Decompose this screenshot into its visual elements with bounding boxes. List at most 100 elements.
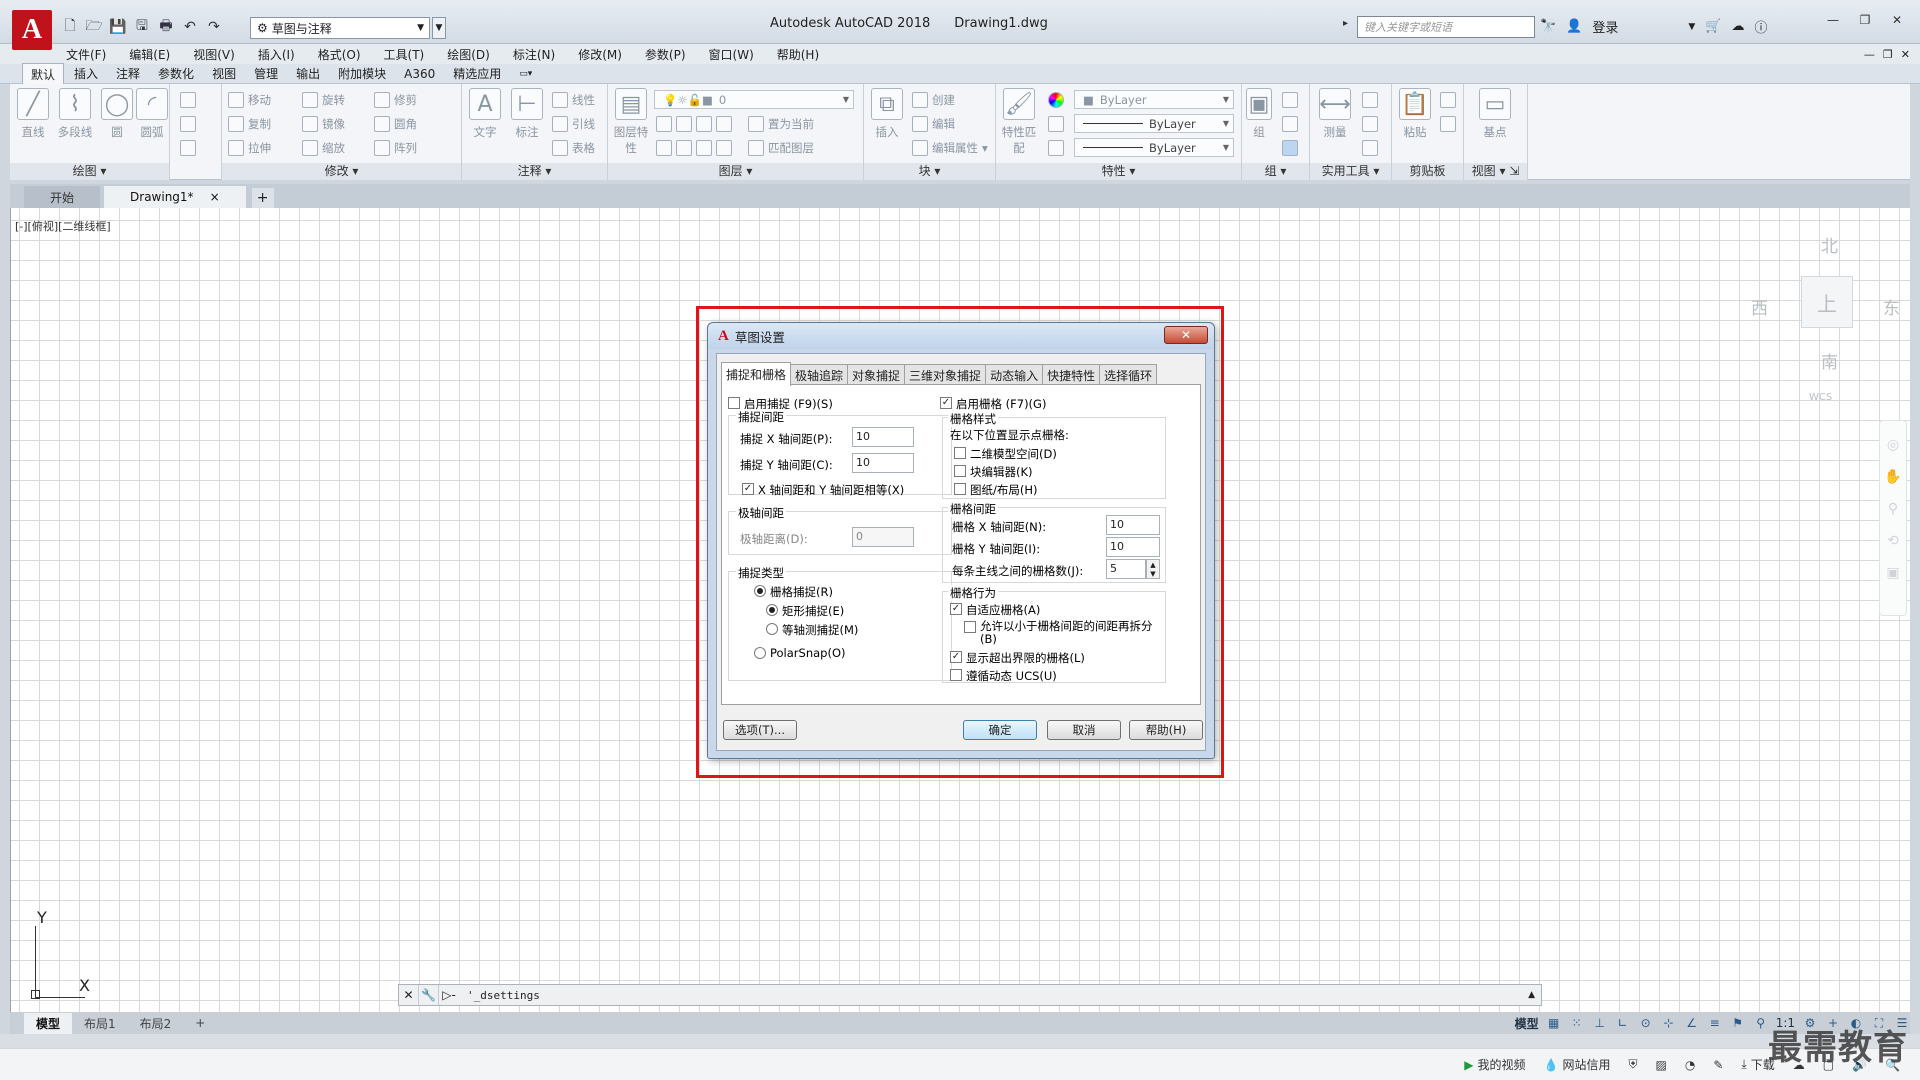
polar-distance-input[interactable]: 0 <box>852 527 914 547</box>
shield-icon[interactable]: ⛨ <box>1629 1057 1638 1072</box>
file-tab-start[interactable]: 开始 <box>24 186 101 208</box>
orbit-icon[interactable]: ⟲ <box>1880 533 1906 549</box>
showmotion-icon[interactable]: ▣ <box>1880 565 1906 581</box>
a360-icon[interactable]: ☁ <box>1732 19 1745 34</box>
annotation-visibility-icon[interactable]: ⚑ <box>1730 1015 1746 1031</box>
grid-x-input[interactable]: 10 <box>1106 515 1160 535</box>
menu-parametric[interactable]: 参数(P) <box>645 46 686 63</box>
layout-tab-model[interactable]: 模型 <box>24 1012 73 1034</box>
cart-icon[interactable]: 🛒 <box>1705 19 1721 34</box>
panel-title[interactable]: 修改 ▾ <box>222 163 461 180</box>
command-history-toggle[interactable]: ▲ <box>1528 990 1535 1000</box>
tab-home[interactable]: 默认 <box>22 62 65 85</box>
zoom-icon[interactable]: ⚲ <box>1880 501 1906 517</box>
my-video-link[interactable]: ▶ 我的视频 <box>1464 1056 1525 1073</box>
group-select-icon[interactable] <box>1282 140 1298 156</box>
menu-insert[interactable]: 插入(I) <box>258 46 295 63</box>
close-icon[interactable]: ✕ <box>1164 326 1208 344</box>
redo-icon[interactable]: ↷ <box>204 17 224 37</box>
command-text[interactable]: '_dsettings <box>459 989 540 1002</box>
paste-tool[interactable]: 📋 粘贴 <box>1394 88 1436 140</box>
edit-block-tool[interactable]: 编辑 <box>912 116 955 132</box>
menu-dimension[interactable]: 标注(N) <box>513 46 555 63</box>
model-2d-checkbox[interactable] <box>954 447 966 459</box>
mirror-tool[interactable]: 镜像 <box>302 116 345 132</box>
dimension-tool[interactable]: ⊢ 标注 <box>506 88 548 140</box>
stretch-tool[interactable]: 拉伸 <box>228 140 271 156</box>
menu-file[interactable]: 文件(F) <box>66 46 106 63</box>
tools-icon[interactable]: ✎ <box>1713 1058 1723 1072</box>
adaptive-grid-checkbox[interactable]: ✓ <box>950 603 962 615</box>
tab-view[interactable]: 视图 <box>204 63 244 84</box>
snap-x-input[interactable]: 10 <box>852 427 914 447</box>
cancel-button[interactable]: 取消 <box>1047 720 1121 740</box>
panel-title[interactable]: 组 ▾ <box>1242 163 1309 180</box>
table-tool[interactable]: 表格 <box>552 140 595 156</box>
add-layout-button[interactable]: + <box>183 1014 217 1032</box>
dialog-title-bar[interactable]: A 草图设置 ✕ <box>708 323 1214 349</box>
rectangle-icon[interactable] <box>180 92 196 108</box>
speed-icon[interactable]: ◔ <box>1685 1058 1695 1072</box>
tab-3d-object-snap[interactable]: 三维对象捕捉 <box>904 364 987 386</box>
subdivide-checkbox[interactable] <box>964 621 976 633</box>
color-wheel-icon[interactable] <box>1048 92 1064 108</box>
scale-tool[interactable]: 缩放 <box>302 140 345 156</box>
polyline-tool[interactable]: ⌇ 多段线 <box>54 88 96 140</box>
viewport-controls[interactable]: [-][俯视][二维线框] <box>15 218 111 234</box>
user-icon[interactable]: 👤 <box>1566 19 1582 34</box>
rectangular-snap-radio[interactable] <box>766 604 778 616</box>
sheet-layout-checkbox[interactable] <box>954 483 966 495</box>
help-icon[interactable]: ⓘ <box>1755 17 1768 36</box>
viewcube[interactable]: 北 西 上 东 南 WCS <box>1751 218 1911 418</box>
color-dropdown[interactable]: ■ ByLayer ▼ <box>1074 90 1234 109</box>
panel-title[interactable]: 图层 ▾ <box>608 163 863 180</box>
viewcube-south[interactable]: 南 <box>1821 348 1838 373</box>
leader-tool[interactable]: 引线 <box>552 116 595 132</box>
workspace-select[interactable]: ⚙ 草图与注释 ▼ <box>250 17 430 39</box>
lineweight-icon[interactable] <box>1048 140 1064 156</box>
tab-manage[interactable]: 管理 <box>246 63 286 84</box>
plot-icon[interactable]: 🖶 <box>156 17 176 37</box>
edit-attributes-tool[interactable]: 编辑属性 ▾ <box>912 140 988 156</box>
tab-output[interactable]: 输出 <box>288 63 328 84</box>
measure-tool[interactable]: ⟷ 测量 <box>1314 88 1356 140</box>
layout-tab-layout1[interactable]: 布局1 <box>72 1013 128 1034</box>
grid-snap-radio[interactable] <box>754 585 766 597</box>
insert-block-tool[interactable]: ⧉ 插入 <box>866 88 908 140</box>
new-tab-button[interactable]: + <box>251 188 274 208</box>
search-input[interactable]: 键入关键字或短语 <box>1357 16 1535 38</box>
equal-xy-checkbox[interactable]: ✓ <box>742 483 754 495</box>
match-properties-tool[interactable]: 🖌 特性匹配 <box>998 88 1040 156</box>
major-line-input[interactable]: 5 <box>1106 559 1146 579</box>
layout-tab-layout2[interactable]: 布局2 <box>128 1013 184 1034</box>
isometric-snap-radio[interactable] <box>766 623 778 635</box>
tab-object-snap[interactable]: 对象捕捉 <box>847 364 906 386</box>
layer-dropdown[interactable]: 💡☼🔓■ 0 ▼ <box>654 90 854 109</box>
tab-insert[interactable]: 插入 <box>66 63 106 84</box>
fillet-tool[interactable]: 圆角 <box>374 116 417 132</box>
doc-minimize-icon[interactable]: — <box>1864 48 1875 61</box>
cut-icon[interactable] <box>1440 92 1456 108</box>
group-edit-icon[interactable] <box>1282 116 1298 132</box>
ribbon-minimize-toggle[interactable]: ▭▾ <box>511 67 540 81</box>
polarsnap-radio[interactable] <box>754 647 766 659</box>
copy-tool[interactable]: 复制 <box>228 116 271 132</box>
osnap-icon[interactable]: ⊹ <box>1661 1015 1677 1031</box>
group-tool[interactable]: ▣ 组 <box>1244 88 1274 140</box>
close-icon[interactable]: ✕ <box>1882 10 1912 30</box>
calculator-icon[interactable] <box>1362 140 1378 156</box>
grid-icon[interactable]: ▦ <box>1546 1015 1562 1031</box>
wcs-menu[interactable]: WCS <box>1809 392 1832 403</box>
tab-dynamic-input[interactable]: 动态输入 <box>985 364 1044 386</box>
menu-draw[interactable]: 绘图(D) <box>447 46 490 63</box>
tab-parametric[interactable]: 参数化 <box>150 63 202 84</box>
panel-title[interactable]: 绘图 ▾ <box>10 163 169 180</box>
pan-icon[interactable]: ✋ <box>1880 469 1906 485</box>
minimize-icon[interactable]: — <box>1818 10 1848 30</box>
viewcube-top-face[interactable]: 上 <box>1801 276 1853 328</box>
site-credit-link[interactable]: 💧 网站信用 <box>1544 1056 1611 1073</box>
polar-icon[interactable]: ⊙ <box>1638 1015 1654 1031</box>
menu-modify[interactable]: 修改(M) <box>578 46 622 63</box>
menu-view[interactable]: 视图(V) <box>193 46 235 63</box>
move-tool[interactable]: 移动 <box>228 92 271 108</box>
